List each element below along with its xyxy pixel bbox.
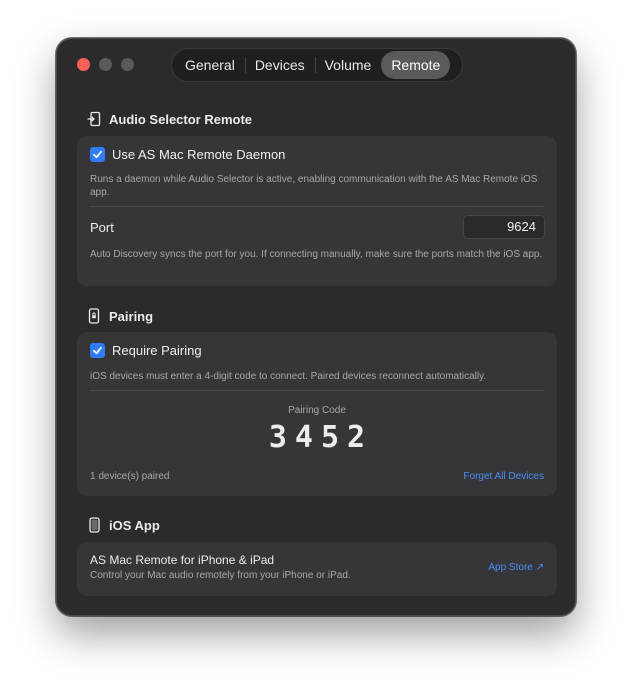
remote-section-header: Audio Selector Remote — [87, 111, 252, 127]
remote-settings-card: Use AS Mac Remote Daemon Runs a daemon w… — [77, 136, 557, 286]
app-store-link[interactable]: App Store ↗ — [488, 562, 544, 573]
tab-volume[interactable]: Volume — [314, 51, 382, 79]
ios-app-card: AS Mac Remote for iPhone & iPad Control … — [77, 542, 557, 596]
zoom-window-button[interactable] — [121, 58, 134, 71]
port-description: Auto Discovery syncs the port for you. I… — [90, 249, 543, 260]
iphone-icon — [87, 517, 101, 533]
daemon-checkbox[interactable] — [90, 147, 105, 162]
minimize-window-button[interactable] — [99, 58, 112, 71]
daemon-checkbox-label: Use AS Mac Remote Daemon — [112, 147, 286, 162]
pairing-section-header: Pairing — [87, 308, 153, 324]
titlebar: General Devices Volume Remote — [57, 39, 575, 91]
divider — [90, 206, 544, 207]
ios-section-title: iOS App — [109, 517, 160, 533]
port-label: Port — [90, 220, 114, 235]
close-window-button[interactable] — [77, 58, 90, 71]
daemon-checkbox-row[interactable]: Use AS Mac Remote Daemon — [90, 147, 285, 162]
tab-remote[interactable]: Remote — [381, 51, 451, 79]
require-pairing-checkbox[interactable] — [90, 343, 105, 358]
daemon-description: Runs a daemon while Audio Selector is ac… — [90, 174, 538, 198]
require-pairing-row[interactable]: Require Pairing — [90, 343, 202, 358]
ios-section-header: iOS App — [87, 517, 160, 533]
tab-devices[interactable]: Devices — [244, 51, 315, 79]
pairing-section-title: Pairing — [109, 308, 154, 324]
divider — [90, 390, 544, 391]
remote-section-title: Audio Selector Remote — [109, 111, 253, 127]
door-enter-icon — [87, 111, 101, 127]
port-input[interactable]: 9624 — [463, 215, 545, 239]
ios-app-description: Control your Mac audio remotely from you… — [90, 570, 351, 581]
pairing-code-label: Pairing Code — [288, 405, 346, 416]
require-pairing-label: Require Pairing — [112, 343, 202, 358]
ios-app-name: AS Mac Remote for iPhone & iPad — [90, 553, 275, 567]
tab-general[interactable]: General — [175, 51, 245, 79]
paired-count: 1 device(s) paired — [90, 471, 170, 482]
phone-lock-icon — [87, 308, 101, 324]
pairing-card: Require Pairing iOS devices must enter a… — [77, 332, 557, 496]
forget-all-devices-link[interactable]: Forget All Devices — [463, 471, 544, 482]
checkmark-icon — [93, 346, 102, 355]
tab-bar: General Devices Volume Remote — [171, 48, 463, 82]
checkmark-icon — [93, 150, 102, 159]
settings-window: General Devices Volume Remote Audio Sele… — [56, 38, 576, 616]
require-pairing-description: iOS devices must enter a 4-digit code to… — [90, 371, 487, 382]
pairing-code: 3452 — [268, 420, 374, 455]
